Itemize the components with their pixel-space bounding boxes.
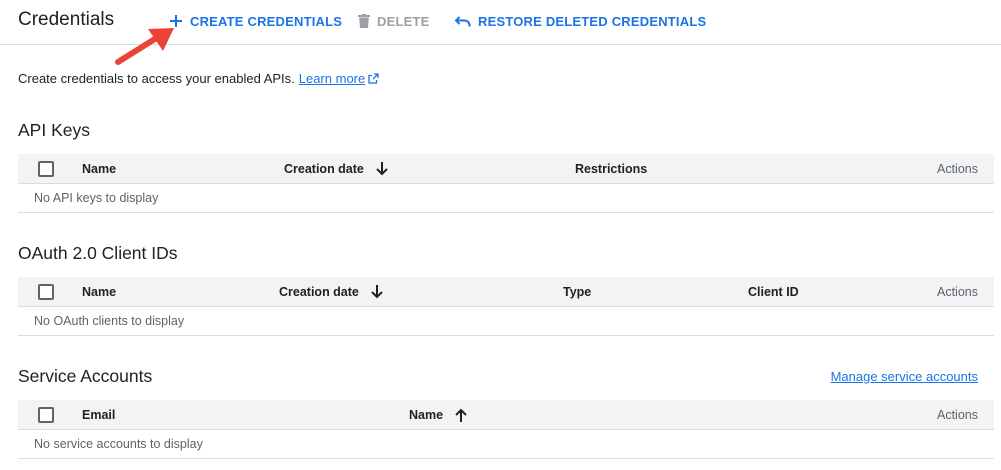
column-creation-date[interactable]: Creation date (284, 162, 388, 176)
service-accounts-table-header: Email Name Actions (18, 400, 994, 430)
restore-label: RESTORE DELETED CREDENTIALS (478, 13, 707, 29)
restore-deleted-credentials-button[interactable]: RESTORE DELETED CREDENTIALS (455, 12, 706, 30)
api-keys-table-header: Name Creation date Restrictions Actions (18, 154, 994, 184)
delete-button[interactable]: DELETE (358, 12, 429, 30)
service-accounts-title: Service Accounts (18, 366, 153, 386)
column-actions: Actions (937, 162, 978, 176)
external-link-icon[interactable] (368, 73, 379, 84)
api-keys-title: API Keys (18, 120, 90, 140)
api-keys-empty-row: No API keys to display (18, 184, 994, 213)
learn-more-link[interactable]: Learn more (299, 71, 365, 86)
arrow-down-icon (376, 162, 388, 176)
create-credentials-button[interactable]: CREATE CREDENTIALS (169, 12, 342, 30)
column-name[interactable]: Name (82, 285, 116, 299)
column-actions: Actions (937, 408, 978, 422)
annotation-arrow-icon (115, 28, 174, 65)
oauth-title: OAuth 2.0 Client IDs (18, 243, 178, 263)
page-title: Credentials (18, 9, 115, 30)
column-creation-date[interactable]: Creation date (279, 285, 383, 299)
service-accounts-select-all-checkbox[interactable] (38, 407, 54, 423)
trash-icon (358, 14, 370, 28)
column-name[interactable]: Name (82, 162, 116, 176)
column-actions: Actions (937, 285, 978, 299)
intro-text: Create credentials to access your enable… (18, 71, 379, 86)
delete-label: DELETE (377, 13, 430, 29)
service-accounts-empty-row: No service accounts to display (18, 430, 994, 459)
column-email[interactable]: Email (82, 408, 115, 422)
column-client-id[interactable]: Client ID (748, 285, 799, 299)
oauth-empty-row: No OAuth clients to display (18, 307, 994, 336)
column-type[interactable]: Type (563, 285, 591, 299)
column-name[interactable]: Name (409, 408, 467, 422)
arrow-down-icon (371, 285, 383, 299)
create-credentials-label: CREATE CREDENTIALS (190, 13, 343, 29)
column-restrictions[interactable]: Restrictions (575, 162, 647, 176)
undo-icon (455, 16, 471, 27)
api-keys-select-all-checkbox[interactable] (38, 161, 54, 177)
manage-service-accounts-link[interactable]: Manage service accounts (831, 369, 978, 384)
arrow-up-icon (455, 408, 467, 422)
intro-description: Create credentials to access your enable… (18, 71, 295, 86)
oauth-table-header: Name Creation date Type Client ID Action… (18, 277, 994, 307)
oauth-select-all-checkbox[interactable] (38, 284, 54, 300)
